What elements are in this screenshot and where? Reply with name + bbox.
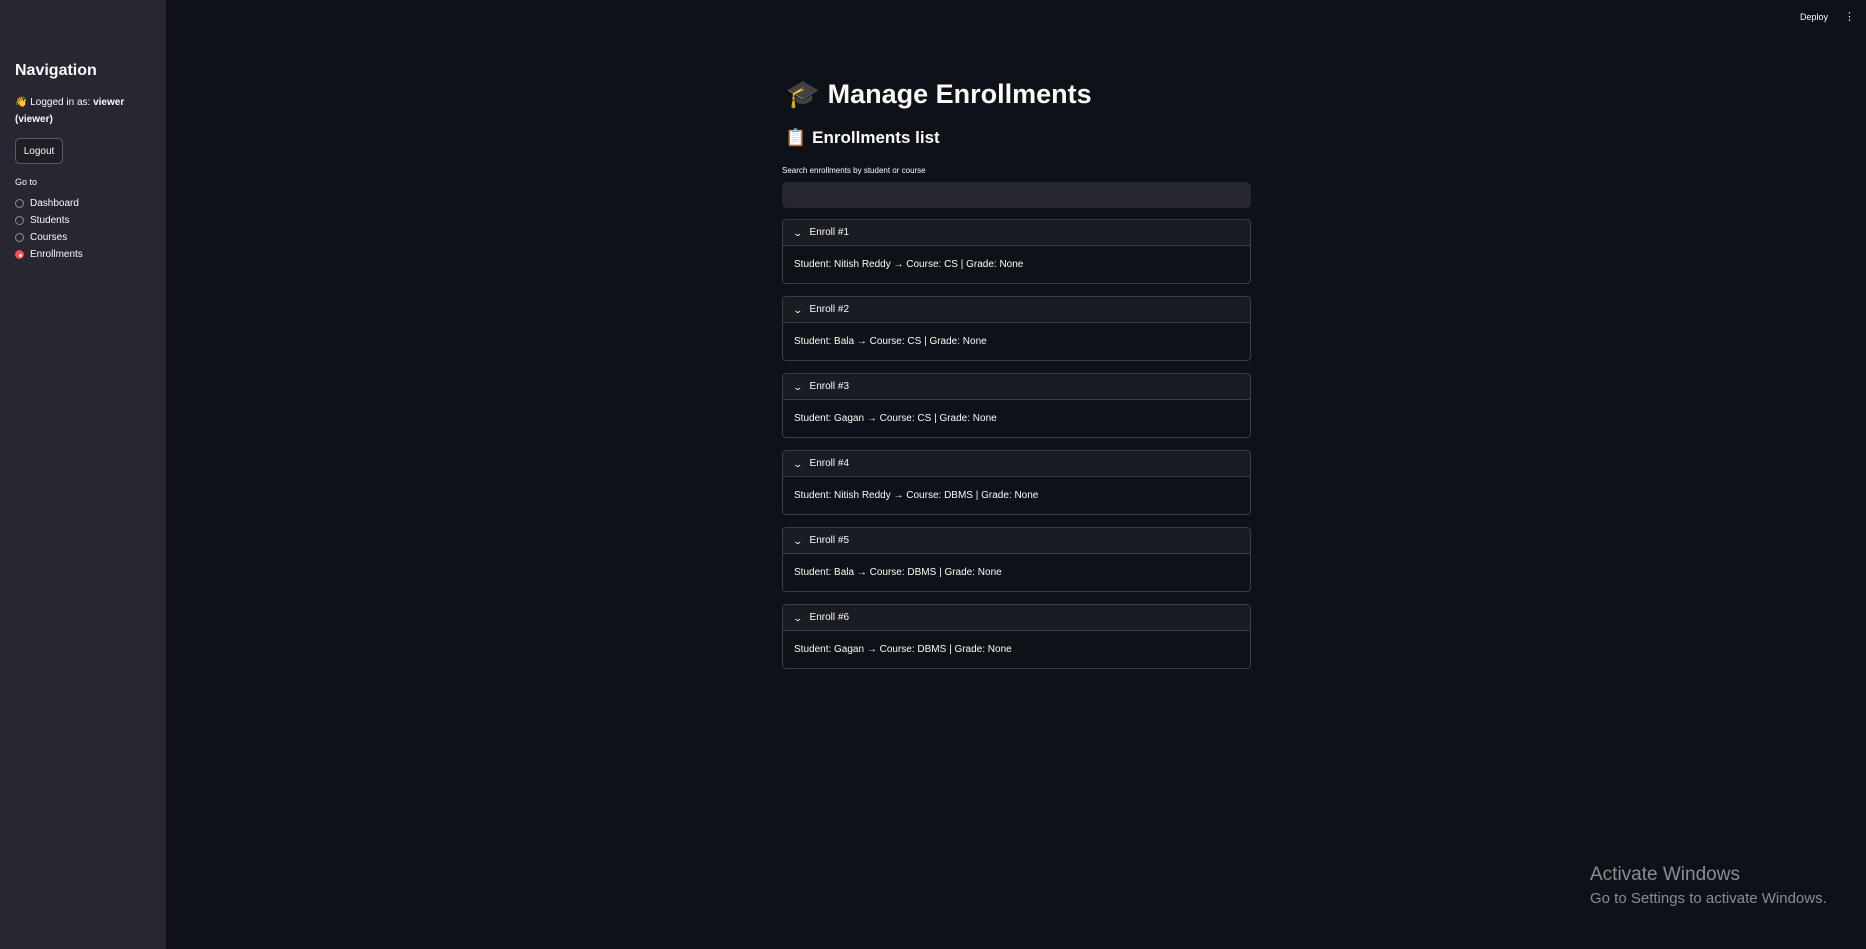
- enrollment-detail: Student: Gagan → Course: DBMS | Grade: N…: [794, 644, 1012, 655]
- watermark-line-2: Go to Settings to activate Windows.: [1590, 890, 1827, 907]
- nav-radio-group: Dashboard Students Courses Enrollments: [15, 195, 83, 263]
- clipboard-icon: 📋: [785, 128, 807, 147]
- nav-radio-label: Dashboard: [30, 198, 79, 209]
- expander-header[interactable]: ⌄ Enroll #2: [783, 297, 1250, 323]
- section-title-text: Enrollments list: [812, 128, 940, 147]
- section-title: 📋 Enrollments list: [785, 128, 940, 148]
- chevron-down-icon: ⌄: [792, 458, 804, 469]
- expander-title: Enroll #1: [809, 227, 850, 238]
- search-label: Search enrollments by student or course: [782, 166, 926, 175]
- enrollment-detail: Student: Bala → Course: CS | Grade: None: [794, 336, 987, 347]
- watermark-line-1: Activate Windows: [1590, 864, 1740, 885]
- windows-activation-watermark: Activate Windows Go to Settings to activ…: [1590, 864, 1827, 907]
- nav-radio-label: Students: [30, 215, 70, 226]
- nav-radio-label: Enrollments: [30, 249, 83, 260]
- enrollment-detail: Student: Bala → Course: DBMS | Grade: No…: [794, 567, 1002, 578]
- enrollment-expander: ⌄ Enroll #5 Student: Bala → Course: DBMS…: [782, 527, 1251, 592]
- expander-title: Enroll #4: [809, 458, 850, 469]
- logged-in-role: (viewer): [15, 114, 53, 125]
- expander-title: Enroll #6: [809, 612, 850, 623]
- radio-unselected-icon: [15, 199, 24, 208]
- logged-in-status: 👋 Logged in as: viewer (viewer): [15, 94, 155, 128]
- kebab-menu-icon[interactable]: ⋮: [1844, 10, 1855, 24]
- page-title: 🎓 Manage Enrollments: [786, 78, 1092, 110]
- nav-radio-label: Courses: [30, 232, 68, 243]
- expander-title: Enroll #3: [809, 381, 850, 392]
- expander-header[interactable]: ⌄ Enroll #4: [783, 451, 1250, 477]
- expander-header[interactable]: ⌄ Enroll #6: [783, 605, 1250, 631]
- graduation-cap-icon: 🎓: [786, 79, 820, 109]
- sidebar-title: Navigation: [15, 62, 97, 79]
- enrollment-expander: ⌄ Enroll #3 Student: Gagan → Course: CS …: [782, 373, 1251, 438]
- expander-header[interactable]: ⌄ Enroll #1: [783, 220, 1250, 246]
- expander-header[interactable]: ⌄ Enroll #3: [783, 374, 1250, 400]
- chevron-down-icon: ⌄: [792, 227, 804, 238]
- sidebar: Navigation 👋 Logged in as: viewer (viewe…: [0, 0, 166, 949]
- expander-title: Enroll #2: [809, 304, 850, 315]
- chevron-down-icon: ⌄: [792, 304, 804, 315]
- nav-radio-dashboard[interactable]: Dashboard: [15, 195, 83, 212]
- enrollment-expander: ⌄ Enroll #2 Student: Bala → Course: CS |…: [782, 296, 1251, 361]
- nav-radio-enrollments[interactable]: Enrollments: [15, 246, 83, 263]
- logged-in-prefix: Logged in as:: [30, 97, 91, 108]
- expander-title: Enroll #5: [809, 535, 850, 546]
- expander-header[interactable]: ⌄ Enroll #5: [783, 528, 1250, 554]
- logout-button[interactable]: Logout: [15, 138, 63, 164]
- logged-in-user: viewer: [93, 97, 125, 108]
- goto-label: Go to: [15, 177, 38, 187]
- enrollment-expander: ⌄ Enroll #6 Student: Gagan → Course: DBM…: [782, 604, 1251, 669]
- nav-radio-courses[interactable]: Courses: [15, 229, 83, 246]
- page-title-text: Manage Enrollments: [827, 79, 1092, 109]
- enrollments-list: ⌄ Enroll #1 Student: Nitish Reddy → Cour…: [782, 219, 1251, 681]
- deploy-button[interactable]: Deploy: [1800, 12, 1828, 22]
- enrollment-detail: Student: Gagan → Course: CS | Grade: Non…: [794, 413, 997, 424]
- search-input[interactable]: [782, 182, 1251, 208]
- enrollment-expander: ⌄ Enroll #4 Student: Nitish Reddy → Cour…: [782, 450, 1251, 515]
- chevron-down-icon: ⌄: [792, 535, 804, 546]
- nav-radio-students[interactable]: Students: [15, 212, 83, 229]
- chevron-down-icon: ⌄: [792, 381, 804, 392]
- radio-unselected-icon: [15, 233, 24, 242]
- enrollment-expander: ⌄ Enroll #1 Student: Nitish Reddy → Cour…: [782, 219, 1251, 284]
- enrollment-detail: Student: Nitish Reddy → Course: DBMS | G…: [794, 490, 1039, 501]
- enrollment-detail: Student: Nitish Reddy → Course: CS | Gra…: [794, 259, 1024, 270]
- chevron-down-icon: ⌄: [792, 612, 804, 623]
- radio-unselected-icon: [15, 216, 24, 225]
- wave-icon: 👋: [15, 97, 28, 108]
- radio-selected-icon: [15, 250, 24, 259]
